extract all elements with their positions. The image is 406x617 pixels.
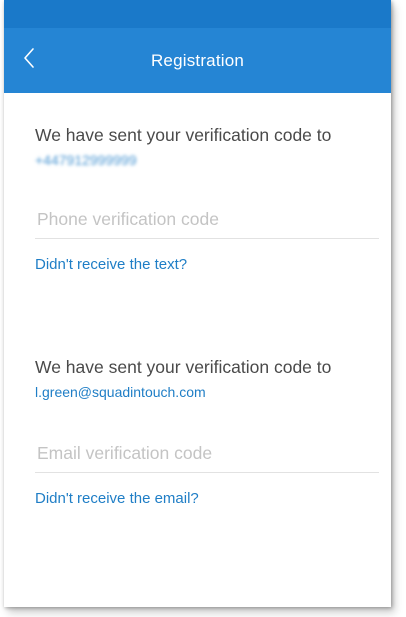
phone-number-value: +447912999999 bbox=[35, 152, 137, 168]
email-verification-code-input[interactable] bbox=[35, 437, 379, 473]
resend-text-link[interactable]: Didn't receive the text? bbox=[35, 256, 383, 273]
email-verification-message: We have sent your verification code to bbox=[35, 357, 332, 377]
phone-number: +447912999999 bbox=[35, 151, 383, 169]
registration-screen: Registration We have sent your verificat… bbox=[4, 0, 391, 607]
back-button[interactable] bbox=[14, 43, 44, 79]
verification-form: We have sent your verification code to +… bbox=[4, 124, 391, 507]
email-address: l.green@squadintouch.com bbox=[35, 384, 206, 400]
chevron-left-icon bbox=[23, 47, 35, 74]
navigation-bar: Registration bbox=[4, 28, 391, 93]
status-bar bbox=[4, 0, 391, 28]
resend-email-link[interactable]: Didn't receive the email? bbox=[35, 490, 383, 507]
phone-verification-message: We have sent your verification code to bbox=[35, 125, 332, 145]
phone-verification-code-input[interactable] bbox=[35, 203, 379, 239]
page-title: Registration bbox=[150, 50, 245, 70]
